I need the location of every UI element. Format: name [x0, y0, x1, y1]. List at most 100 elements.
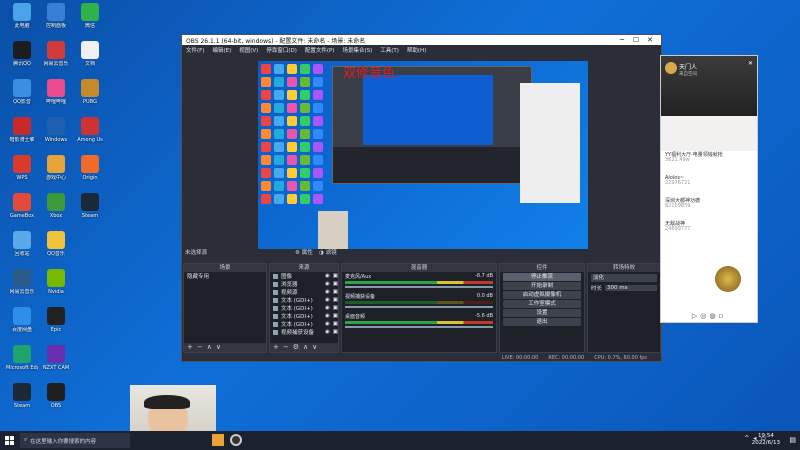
lock-icon[interactable]: ▣: [333, 273, 338, 279]
source-item[interactable]: 文本 (GDI+) ◉ ▣: [270, 296, 338, 304]
menu-file[interactable]: 文件(F): [186, 46, 204, 54]
duration-input[interactable]: 300 ms: [605, 285, 657, 291]
menu-edit[interactable]: 编辑(E): [212, 46, 231, 54]
desktop-icon[interactable]: WPS: [6, 155, 38, 193]
qq-post[interactable]: 无敌战神 24699777: [661, 220, 757, 233]
properties-button[interactable]: ⚙ 属性: [295, 249, 313, 257]
visibility-icon[interactable]: ◉: [325, 289, 330, 295]
stop-streaming-button[interactable]: 停止推流: [503, 273, 581, 281]
add-scene-button[interactable]: +: [187, 343, 197, 351]
taskbar-clock[interactable]: 19:54 2022/6/13: [752, 433, 780, 447]
mixer-channel[interactable]: 桌面音频 -5.6 dB: [342, 312, 496, 332]
desktop-icon[interactable]: OBS: [40, 383, 72, 421]
source-up-button[interactable]: ∧: [303, 343, 312, 351]
desktop-icon[interactable]: Origin: [74, 155, 106, 193]
desktop-icon[interactable]: QQ影音: [6, 79, 38, 117]
virtual-camera-button[interactable]: 启动虚拟摄像机: [503, 291, 581, 299]
qq-post[interactable]: YY福利大厅·电量领钱就抢 3621.49w: [661, 151, 757, 164]
visibility-icon[interactable]: ◉: [325, 297, 330, 303]
scene-up-button[interactable]: ∧: [207, 343, 216, 351]
scene-down-button[interactable]: ∨: [216, 343, 225, 351]
volume-slider[interactable]: [345, 326, 493, 328]
desktop-icon[interactable]: PUBG: [74, 79, 106, 117]
volume-slider[interactable]: [345, 286, 493, 288]
desktop-icon[interactable]: 文档: [74, 41, 106, 79]
source-item[interactable]: 文本 (GDI+) ◉ ▣: [270, 320, 338, 328]
visibility-icon[interactable]: ◉: [325, 281, 330, 287]
desktop-icon[interactable]: 暗影骑士擎: [6, 117, 38, 155]
desktop-icon[interactable]: Steam: [6, 383, 38, 421]
desktop-icon[interactable]: Nvidia: [40, 269, 72, 307]
qq-post[interactable]: 深圳大都神功德 82109859: [661, 197, 757, 210]
obs-window[interactable]: OBS 26.1.1 (64-bit, windows) - 配置文件: 未命名…: [181, 34, 663, 362]
source-item[interactable]: 浏览器 ◉ ▣: [270, 280, 338, 288]
desktop-icon[interactable]: Epic: [40, 307, 72, 345]
menu-scene-collection[interactable]: 场景集合(S): [342, 46, 372, 54]
transition-select[interactable]: 淡化: [591, 274, 657, 282]
exit-button[interactable]: 退出: [503, 318, 581, 326]
menu-tools[interactable]: 工具(T): [380, 46, 399, 54]
visibility-icon[interactable]: ◉: [325, 321, 330, 327]
maximize-icon[interactable]: ☐: [629, 36, 643, 44]
desktop-icon[interactable]: 哔哩哔哩: [40, 79, 72, 117]
lock-icon[interactable]: ▣: [333, 281, 338, 287]
notification-icon[interactable]: ▤: [789, 436, 796, 444]
desktop-icon[interactable]: 腾讯QQ: [6, 41, 38, 79]
remove-scene-button[interactable]: −: [197, 343, 207, 351]
desktop-icon[interactable]: QQ音乐: [40, 231, 72, 269]
add-source-button[interactable]: +: [273, 343, 283, 351]
mixer-channel[interactable]: 麦克风/Aux -8.7 dB: [342, 272, 496, 292]
lock-icon[interactable]: ▣: [333, 297, 338, 303]
source-item[interactable]: 文本 (GDI+) ◉ ▣: [270, 312, 338, 320]
filters-button[interactable]: ◑ 滤镜: [319, 249, 337, 257]
studio-mode-button[interactable]: 工作室模式: [503, 300, 581, 308]
desktop-icon[interactable]: GameBox: [6, 193, 38, 231]
desktop-icon[interactable]: 控制面板: [40, 3, 72, 41]
desktop-icon[interactable]: 网易云音乐: [40, 41, 72, 79]
settings-button[interactable]: 设置: [503, 309, 581, 317]
visibility-icon[interactable]: ◉: [325, 329, 330, 335]
source-item[interactable]: 文本 (GDI+) ◉ ▣: [270, 304, 338, 312]
desktop-icon[interactable]: Xbox: [40, 193, 72, 231]
lock-icon[interactable]: ▣: [333, 305, 338, 311]
desktop-icon[interactable]: 微信: [74, 3, 106, 41]
taskbar-search[interactable]: ⌕ 在这里输入你要搜索的内容: [20, 433, 130, 448]
qq-post[interactable]: Aiolos~ 22976721: [661, 174, 757, 187]
source-item[interactable]: 视频捕获设备 ◉ ▣: [270, 328, 338, 336]
desktop-icon[interactable]: NZXT CAM: [40, 345, 72, 383]
desktop-icon[interactable]: 回收站: [6, 231, 38, 269]
start-recording-button[interactable]: 开始录制: [503, 282, 581, 290]
minimize-icon[interactable]: ─: [615, 36, 629, 44]
lock-icon[interactable]: ▣: [333, 321, 338, 327]
visibility-icon[interactable]: ◉: [325, 313, 330, 319]
desktop-icon[interactable]: 游戏中心: [40, 155, 72, 193]
desktop-icon[interactable]: Steam: [74, 193, 106, 231]
desktop-icon[interactable]: Windows: [40, 117, 72, 155]
lock-icon[interactable]: ▣: [333, 313, 338, 319]
lock-icon[interactable]: ▣: [333, 289, 338, 295]
desktop-icon[interactable]: 网易云音乐: [6, 269, 38, 307]
menu-profile[interactable]: 配置文件(P): [305, 46, 335, 54]
close-icon[interactable]: ✕: [643, 36, 657, 44]
obs-taskbar-icon[interactable]: [230, 434, 242, 446]
visibility-icon[interactable]: ◉: [325, 273, 330, 279]
scene-item[interactable]: 隐藏专用: [184, 272, 266, 280]
qq-chat-window[interactable]: 天门人 来自空间 ✕ YY福利大厅·电量领钱就抢 3621.49w Aiolos~…: [660, 55, 758, 323]
lock-icon[interactable]: ▣: [333, 329, 338, 335]
source-settings-button[interactable]: ⚙: [293, 343, 303, 351]
source-down-button[interactable]: ∨: [312, 343, 321, 351]
visibility-icon[interactable]: ◉: [325, 305, 330, 311]
menu-help[interactable]: 帮助(H): [407, 46, 426, 54]
menu-docks[interactable]: 停靠窗口(D): [266, 46, 297, 54]
start-button[interactable]: [0, 431, 18, 450]
desktop-icon[interactable]: Among Us: [74, 117, 106, 155]
volume-slider[interactable]: [345, 306, 493, 308]
chevron-up-icon[interactable]: ^: [744, 435, 749, 442]
qq-toolbar[interactable]: ▷◎◍▫: [661, 312, 757, 320]
close-icon[interactable]: ✕: [748, 60, 753, 67]
desktop-icon[interactable]: 百度网盘: [6, 307, 38, 345]
desktop-icon[interactable]: 此电脑: [6, 3, 38, 41]
source-item[interactable]: 视频源 ◉ ▣: [270, 288, 338, 296]
taskbar-app-icon[interactable]: [212, 434, 224, 446]
desktop-icon[interactable]: Microsoft Edge: [6, 345, 38, 383]
